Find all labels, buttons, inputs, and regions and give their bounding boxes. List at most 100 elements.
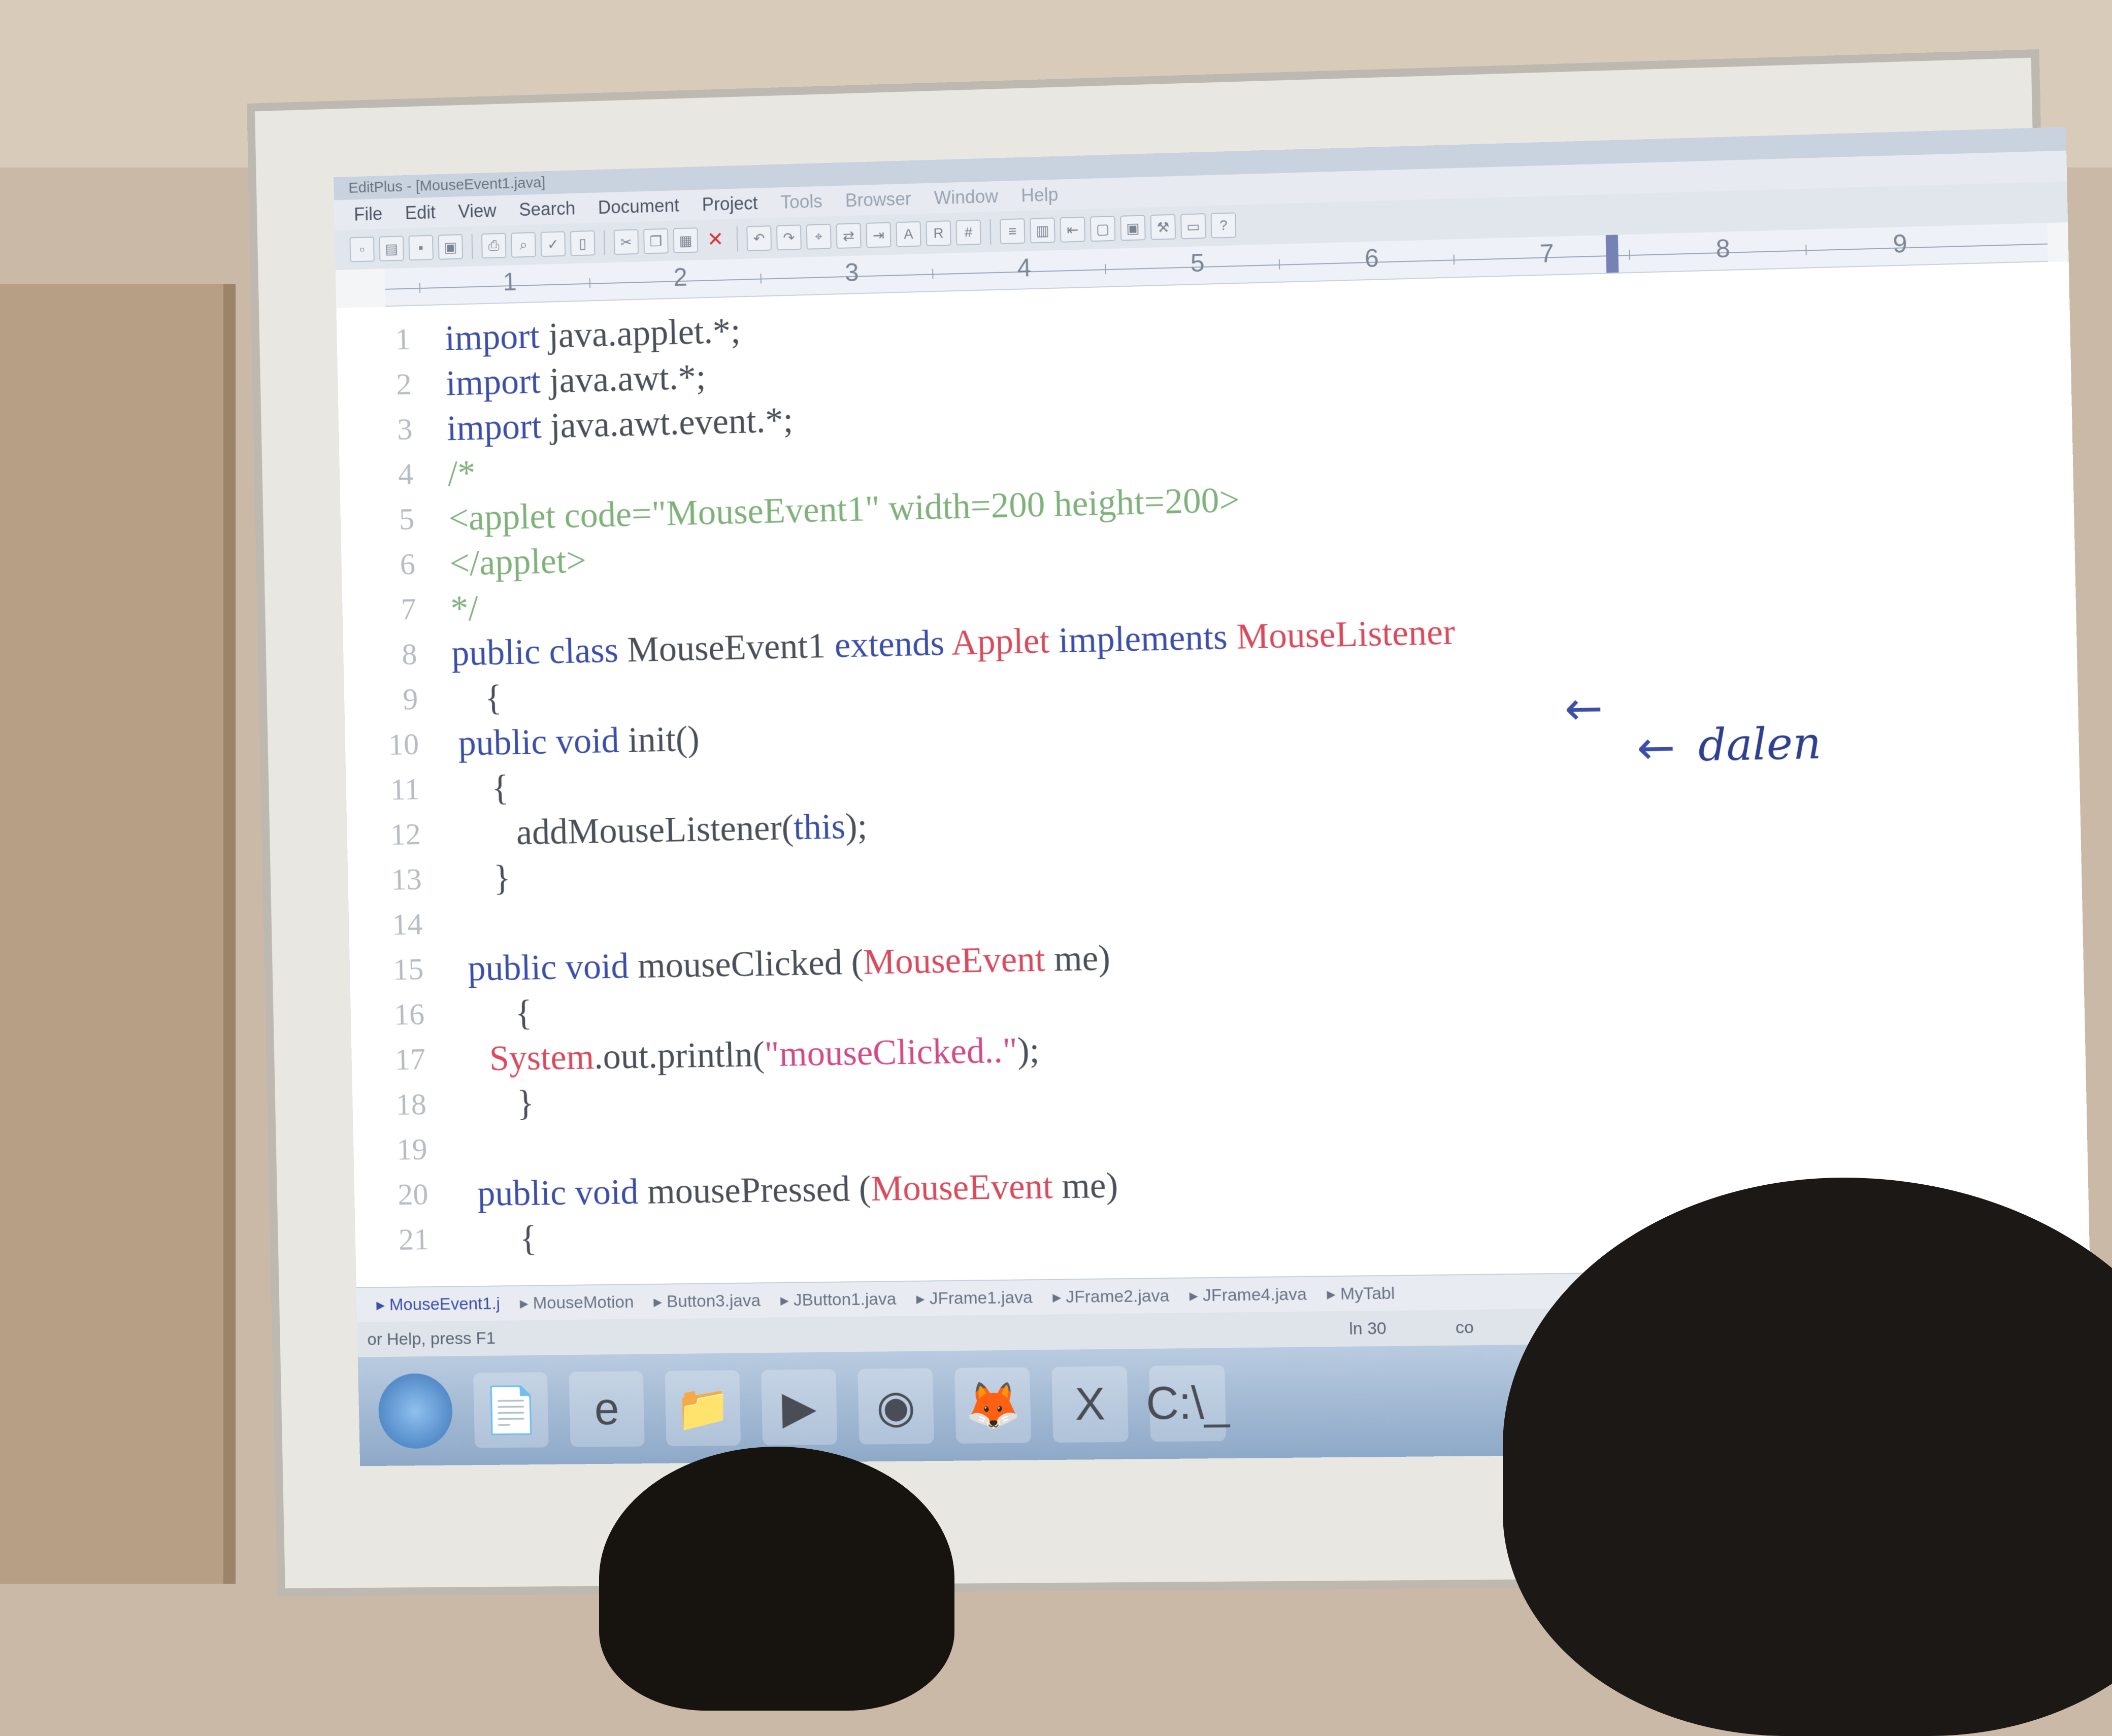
code-line[interactable]: 7*/ [342, 585, 479, 634]
chrome-icon[interactable]: ◉ [857, 1368, 934, 1444]
menu-tools[interactable]: Tools [780, 191, 822, 213]
file-tab[interactable]: ▸ Button3.java [653, 1290, 761, 1312]
tools-icon[interactable]: ⚒ [1150, 214, 1176, 240]
code-line[interactable]: 4/* [339, 450, 476, 499]
file-tab[interactable]: ▸ JButton1.java [780, 1289, 897, 1310]
line-number: 14 [349, 906, 443, 943]
undo-icon[interactable]: ↶ [746, 225, 772, 251]
find-icon[interactable]: ⌖ [806, 224, 832, 250]
print-preview-icon[interactable]: ⌕ [511, 232, 536, 258]
code-text: public void init() [438, 718, 700, 764]
window-icon[interactable]: ▭ [1180, 213, 1206, 239]
word-wrap-icon[interactable]: ≡ [1000, 218, 1025, 244]
file-tab[interactable]: ▸ JFrame1.java [916, 1287, 1033, 1309]
spell-check-icon[interactable]: ✓ [540, 231, 566, 257]
full-screen-icon[interactable]: ▢ [1090, 216, 1115, 242]
code-text: import java.applet.*; [430, 310, 741, 359]
command-prompt-icon[interactable]: C:\_ [1149, 1365, 1226, 1442]
code-token: ); [1017, 1029, 1040, 1070]
code-line[interactable]: 11 { [346, 764, 509, 814]
copy-icon[interactable]: ❐ [643, 228, 669, 254]
help-icon[interactable]: ? [1211, 212, 1237, 238]
toolbar-separator [604, 230, 605, 255]
code-line[interactable]: 19 [353, 1126, 462, 1174]
ruler-tick [1454, 254, 1455, 264]
print-icon[interactable]: ⎙ [481, 233, 507, 259]
replace-icon[interactable]: ⇄ [836, 223, 862, 249]
column-select-icon[interactable]: ▥ [1030, 217, 1055, 243]
code-token: java.awt.*; [540, 356, 706, 400]
code-line[interactable]: 14 [348, 900, 457, 948]
excel-icon[interactable]: X [1051, 1366, 1128, 1443]
code-editor[interactable]: ← ← dalen 1import java.applet.*;2import … [336, 261, 2090, 1287]
new-file-icon[interactable]: ▫ [349, 237, 374, 262]
save-all-icon[interactable]: ▣ [438, 234, 463, 260]
code-line[interactable]: 18 } [352, 1080, 535, 1128]
menu-document[interactable]: Document [598, 195, 680, 218]
menu-search[interactable]: Search [519, 198, 576, 221]
internet-explorer-icon[interactable]: e [569, 1371, 645, 1447]
code-line[interactable]: 8public class MouseEvent1 extends Applet… [343, 608, 1455, 679]
redo-icon[interactable]: ↷ [776, 224, 802, 250]
code-token: addMouseListener( [489, 807, 794, 852]
windows-start-icon[interactable] [378, 1373, 453, 1449]
ruler-tick [419, 283, 420, 293]
line-number: 21 [355, 1221, 449, 1258]
code-token: { [467, 677, 502, 718]
file-tab[interactable]: ▸ MouseEvent1.j [376, 1293, 500, 1315]
code-token: init() [619, 718, 700, 760]
code-line[interactable]: 12 addMouseListener(this); [347, 803, 868, 858]
code-line[interactable]: 21 { [355, 1215, 537, 1263]
code-line[interactable]: 16 { [350, 989, 533, 1038]
file-explorer-icon[interactable]: 📁 [665, 1370, 741, 1446]
code-line[interactable]: 13 } [348, 854, 511, 903]
menu-project[interactable]: Project [702, 192, 757, 215]
code-token: { [488, 992, 533, 1033]
font-size-icon[interactable]: A [896, 221, 921, 247]
code-line[interactable]: 9 { [344, 674, 502, 723]
code-token [1049, 620, 1059, 660]
paste-icon[interactable]: ▦ [673, 227, 699, 253]
file-tab[interactable]: ▸ MouseMotion [519, 1292, 634, 1313]
hash-icon[interactable]: # [955, 219, 981, 245]
file-tab[interactable]: ▸ JFrame2.java [1052, 1286, 1170, 1307]
cut-icon[interactable]: ✂ [614, 229, 639, 255]
code-text: </applet> [435, 540, 587, 585]
menu-file[interactable]: File [354, 204, 383, 225]
menu-window[interactable]: Window [934, 186, 998, 209]
ruler-label: 3 [845, 258, 859, 287]
code-text: { [448, 1217, 537, 1260]
indent-icon[interactable]: ⇤ [1060, 217, 1085, 243]
open-folder-icon[interactable]: ▤ [379, 236, 404, 261]
code-token: public void [458, 720, 619, 763]
regex-icon[interactable]: R [926, 220, 951, 246]
code-line[interactable]: 10public void init() [345, 715, 700, 769]
code-token: implements [1058, 616, 1228, 660]
browser-view-icon[interactable]: ▣ [1120, 215, 1146, 241]
line-number: 9 [344, 681, 438, 718]
status-help-text: or Help, press F1 [367, 1328, 496, 1349]
code-line[interactable]: 20public void mousePressed (MouseEvent m… [354, 1162, 1118, 1218]
media-player-icon[interactable]: ▶ [761, 1369, 837, 1445]
goto-icon[interactable]: ⇥ [866, 222, 891, 248]
menu-help[interactable]: Help [1021, 184, 1059, 207]
line-number: 3 [339, 411, 433, 449]
clipboard-icon[interactable]: ▯ [570, 230, 596, 256]
firefox-icon[interactable]: 🦊 [954, 1367, 1031, 1444]
delete-icon[interactable]: ✕ [703, 226, 728, 252]
code-text: */ [436, 587, 479, 629]
code-line[interactable]: 15public void mouseClicked (MouseEvent m… [349, 934, 1111, 993]
file-tab[interactable]: ▸ JFrame4.java [1189, 1284, 1307, 1306]
code-line[interactable]: 6</applet> [341, 537, 587, 589]
code-token: System [489, 1037, 595, 1078]
code-token: { [474, 767, 509, 808]
line-number: 18 [352, 1086, 446, 1123]
save-icon[interactable]: ▪ [409, 235, 434, 261]
editplus-icon[interactable]: 📄 [473, 1372, 549, 1448]
menu-view[interactable]: View [458, 200, 497, 222]
menu-browser[interactable]: Browser [845, 188, 911, 211]
ruler-tick [1105, 264, 1106, 274]
menu-edit[interactable]: Edit [405, 202, 436, 224]
code-token: public void [477, 1171, 639, 1213]
file-tab[interactable]: ▸ MyTabl [1327, 1283, 1395, 1305]
